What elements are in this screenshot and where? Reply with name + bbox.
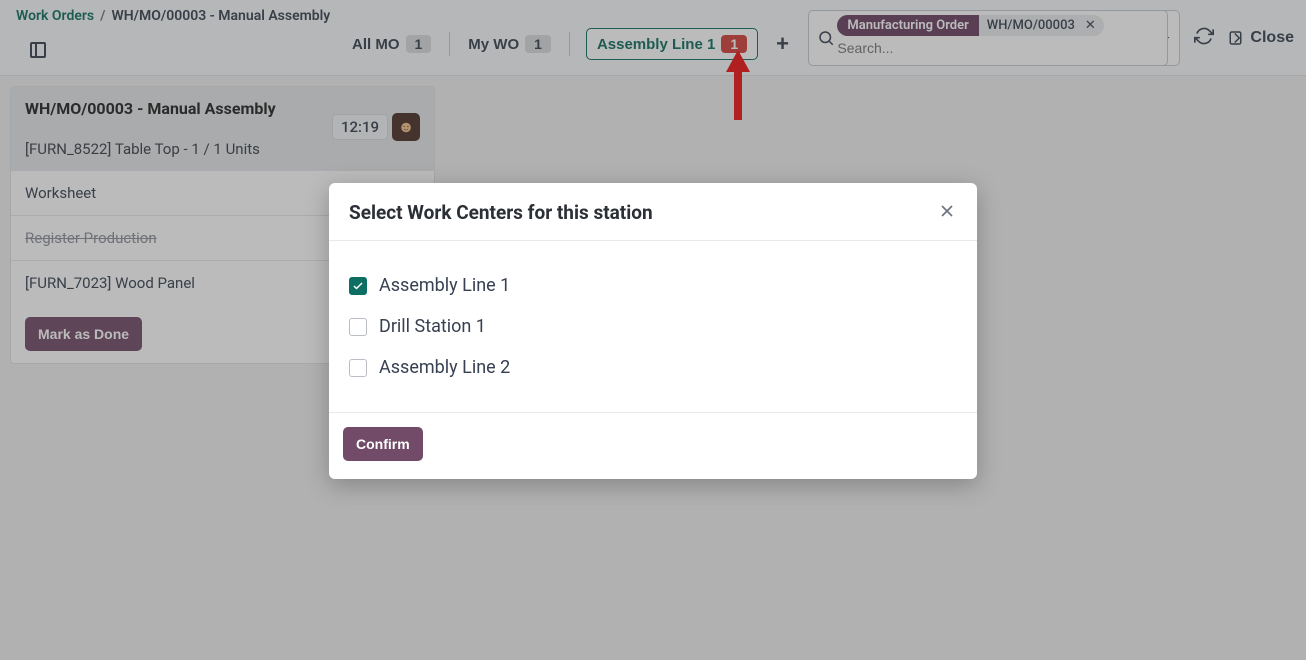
select-work-centers-modal: Select Work Centers for this station Ass… [329, 183, 977, 479]
checkbox-unchecked-icon[interactable] [349, 359, 367, 377]
work-center-label: Drill Station 1 [379, 316, 486, 337]
work-center-option[interactable]: Assembly Line 2 [349, 347, 957, 388]
work-center-label: Assembly Line 1 [379, 275, 510, 296]
work-center-option[interactable]: Assembly Line 1 [349, 265, 957, 306]
confirm-button[interactable]: Confirm [343, 427, 423, 461]
modal-overlay: Select Work Centers for this station Ass… [0, 0, 1306, 660]
work-center-label: Assembly Line 2 [379, 357, 510, 378]
modal-body: Assembly Line 1 Drill Station 1 Assembly… [329, 240, 977, 412]
checkbox-checked-icon[interactable] [349, 277, 367, 295]
modal-title: Select Work Centers for this station [349, 201, 653, 224]
checkbox-unchecked-icon[interactable] [349, 318, 367, 336]
modal-close-button[interactable] [937, 201, 957, 224]
work-center-option[interactable]: Drill Station 1 [349, 306, 957, 347]
